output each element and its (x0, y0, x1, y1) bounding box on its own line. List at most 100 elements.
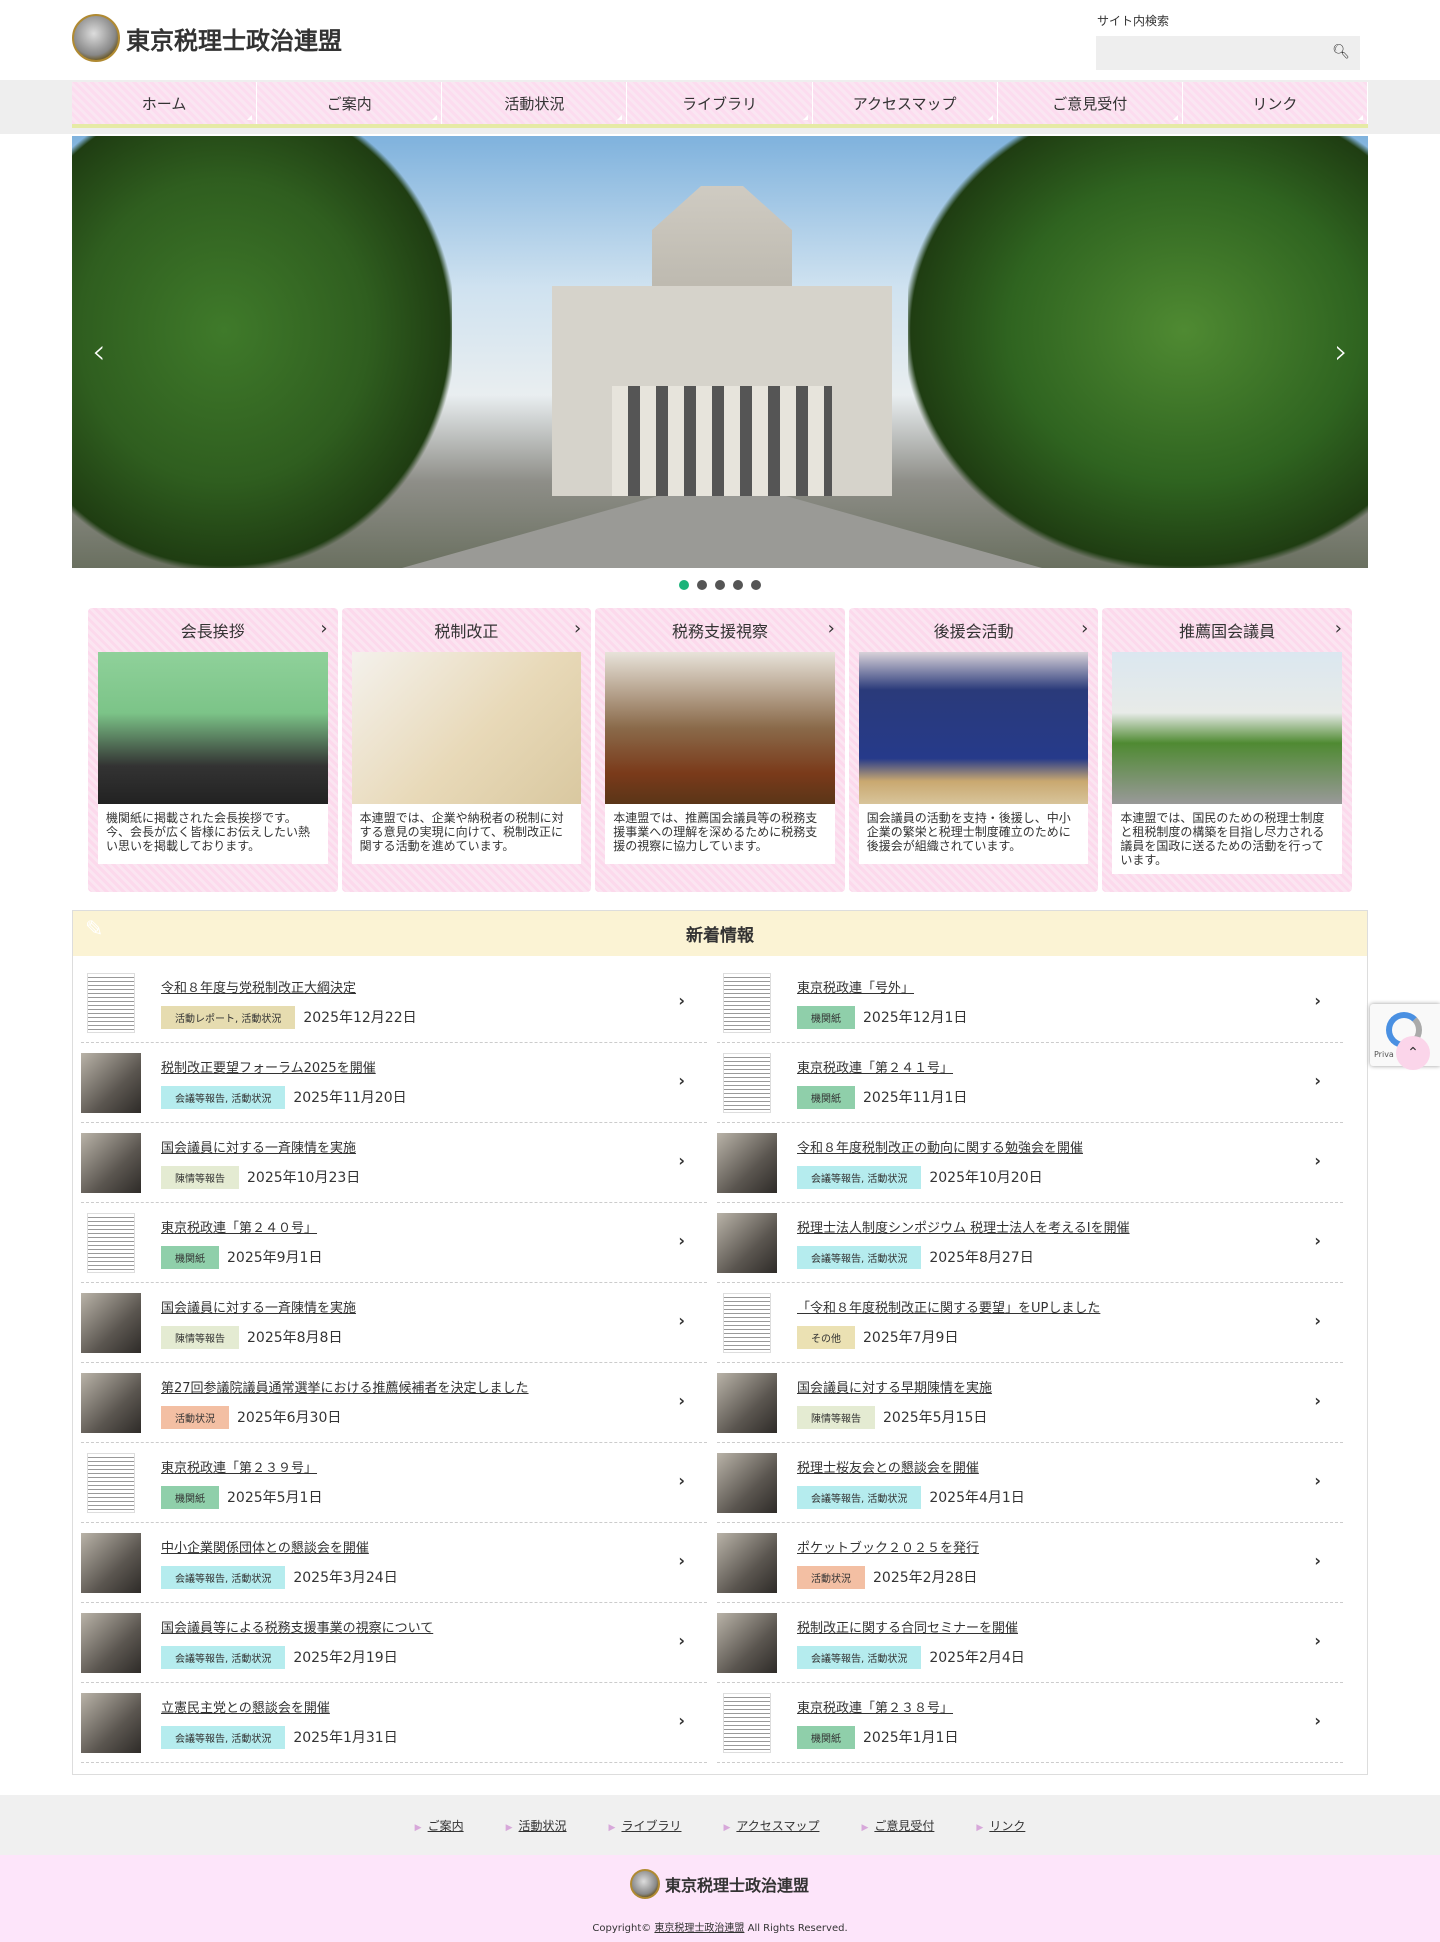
news-item[interactable]: 東京税政連「第２３９号」 機関紙 2025年5月1日 › (81, 1443, 707, 1523)
category-tag[interactable]: 会議等報告, 活動状況 (797, 1485, 922, 1509)
news-item[interactable]: 東京税政連「第２４１号」 機関紙 2025年11月1日 › (717, 1043, 1343, 1123)
news-thumbnail[interactable] (81, 1292, 141, 1353)
news-item-title[interactable]: 東京税政連「号外」 (797, 977, 1343, 996)
back-to-top-button[interactable]: ⌃ (1396, 1036, 1430, 1070)
news-item-title[interactable]: 税制改正要望フォーラム2025を開催 (161, 1057, 707, 1076)
news-item-title[interactable]: 東京税政連「第２４１号」 (797, 1057, 1343, 1076)
news-thumbnail[interactable] (717, 1532, 777, 1593)
chevron-right-icon[interactable]: › (1314, 1311, 1321, 1330)
slider-prev-icon[interactable]: ‹ (92, 332, 106, 372)
news-thumbnail[interactable] (717, 1372, 777, 1433)
card-image[interactable] (98, 652, 328, 804)
category-tag[interactable]: 活動状況 (797, 1565, 865, 1589)
news-item-title[interactable]: ポケットブック２０２５を発行 (797, 1537, 1343, 1556)
category-tag[interactable]: 会議等報告, 活動状況 (161, 1565, 286, 1589)
card-title[interactable]: 推薦国会議員 (1112, 608, 1342, 652)
slider-dot[interactable] (679, 580, 689, 590)
card-image[interactable] (1112, 652, 1342, 804)
nav-item[interactable]: ホーム (72, 82, 258, 124)
nav-item[interactable]: ご案内 (257, 82, 443, 124)
news-thumbnail[interactable] (87, 1212, 135, 1273)
category-tag[interactable]: 会議等報告, 活動状況 (161, 1645, 286, 1669)
feature-card[interactable]: 後援会活動 › 国会議員の活動を支持・後援し、中小企業の繁栄と税理士制度確立のために… (848, 608, 1099, 892)
news-item[interactable]: 税制改正要望フォーラム2025を開催 会議等報告, 活動状況 2025年11月20日… (81, 1043, 707, 1123)
news-item[interactable]: 国会議員等による税務支援事業の視察について 会議等報告, 活動状況 2025年2月1… (81, 1603, 707, 1683)
chevron-right-icon[interactable]: › (1314, 1631, 1321, 1650)
news-thumbnail[interactable] (87, 972, 135, 1033)
news-thumbnail[interactable] (717, 1612, 777, 1673)
feature-card[interactable]: 会長挨拶 › 機関紙に掲載された会長挨拶です。今、会長が広く皆様にお伝えしたい熱い思… (88, 608, 338, 892)
footer-link[interactable]: ご意見受付 (861, 1817, 934, 1834)
news-item-title[interactable]: 立憲民主党との懇談会を開催 (161, 1697, 707, 1716)
chevron-right-icon[interactable]: › (678, 1391, 685, 1410)
news-thumbnail[interactable] (81, 1372, 141, 1433)
news-item[interactable]: 令和８年度与党税制改正大綱決定 活動レポート, 活動状況 2025年12月22日 › (81, 963, 707, 1043)
news-item[interactable]: 第27回参議院議員通常選挙における推薦候補者を決定しました 活動状況 2025年6月… (81, 1363, 707, 1443)
category-tag[interactable]: 機関紙 (161, 1485, 219, 1509)
chevron-right-icon[interactable]: › (828, 618, 835, 639)
nav-item[interactable]: 活動状況 (442, 82, 628, 124)
card-image[interactable] (605, 652, 835, 804)
chevron-right-icon[interactable]: › (1314, 1711, 1321, 1730)
news-item[interactable]: 税理士法人制度シンポジウム 税理士法人を考えるⅠを開催 会議等報告, 活動状況 20… (717, 1203, 1343, 1283)
chevron-right-icon[interactable]: › (678, 1071, 685, 1090)
news-item-title[interactable]: 税理士法人制度シンポジウム 税理士法人を考えるⅠを開催 (797, 1217, 1343, 1236)
chevron-right-icon[interactable]: › (678, 1231, 685, 1250)
news-thumbnail[interactable] (81, 1692, 141, 1753)
footer-link[interactable]: 活動状況 (506, 1817, 567, 1834)
news-item[interactable]: 東京税政連「第２３８号」 機関紙 2025年1月1日 › (717, 1683, 1343, 1763)
slider-dot[interactable] (715, 580, 725, 590)
news-item-title[interactable]: 中小企業関係団体との懇談会を開催 (161, 1537, 707, 1556)
search-input[interactable]: 🔍︎ (1096, 36, 1360, 70)
news-thumbnail[interactable] (81, 1132, 141, 1193)
news-item[interactable]: 国会議員に対する一斉陳情を実施 陳情等報告 2025年10月23日 › (81, 1123, 707, 1203)
chevron-right-icon[interactable]: › (678, 1151, 685, 1170)
feature-card[interactable]: 税制改正 › 本連盟では、企業や納税者の税制に対する意見の実現に向けて、税制改正に関… (341, 608, 592, 892)
news-item[interactable]: 令和８年度税制改正の動向に関する勉強会を開催 会議等報告, 活動状況 2025年10… (717, 1123, 1343, 1203)
category-tag[interactable]: 活動状況 (161, 1405, 229, 1429)
news-item[interactable]: ポケットブック２０２５を発行 活動状況 2025年2月28日 › (717, 1523, 1343, 1603)
news-thumbnail[interactable] (723, 972, 771, 1033)
footer-link[interactable]: アクセスマップ (723, 1817, 819, 1834)
news-item[interactable]: 東京税政連「第２４０号」 機関紙 2025年9月1日 › (81, 1203, 707, 1283)
chevron-right-icon[interactable]: › (1335, 618, 1342, 639)
news-item-title[interactable]: 税制改正に関する合同セミナーを開催 (797, 1617, 1343, 1636)
news-item-title[interactable]: 国会議員に対する一斉陳情を実施 (161, 1297, 707, 1316)
chevron-right-icon[interactable]: › (678, 1471, 685, 1490)
news-thumbnail[interactable] (723, 1052, 771, 1113)
nav-item[interactable]: リンク (1183, 82, 1368, 124)
footer-link[interactable]: ご案内 (415, 1817, 464, 1834)
chevron-right-icon[interactable]: › (1081, 618, 1088, 639)
card-title[interactable]: 税務支援視察 (605, 608, 835, 652)
category-tag[interactable]: 陳情等報告 (161, 1325, 239, 1349)
site-logo[interactable]: 東京税理士政治連盟 (72, 14, 342, 62)
card-title[interactable]: 後援会活動 (859, 608, 1089, 652)
news-item[interactable]: 税制改正に関する合同セミナーを開催 会議等報告, 活動状況 2025年2月4日 › (717, 1603, 1343, 1683)
chevron-right-icon[interactable]: › (574, 618, 581, 639)
chevron-right-icon[interactable]: › (1314, 1391, 1321, 1410)
news-thumbnail[interactable] (717, 1212, 777, 1273)
slider-dot[interactable] (751, 580, 761, 590)
news-thumbnail[interactable] (81, 1052, 141, 1113)
chevron-right-icon[interactable]: › (678, 991, 685, 1010)
search-icon[interactable]: 🔍︎ (1332, 44, 1350, 60)
news-thumbnail[interactable] (717, 1132, 777, 1193)
news-item[interactable]: 国会議員に対する早期陳情を実施 陳情等報告 2025年5月15日 › (717, 1363, 1343, 1443)
chevron-right-icon[interactable]: › (678, 1711, 685, 1730)
category-tag[interactable]: 機関紙 (161, 1245, 219, 1269)
news-item-title[interactable]: 東京税政連「第２３８号」 (797, 1697, 1343, 1716)
card-title[interactable]: 会長挨拶 (98, 608, 328, 652)
news-item-title[interactable]: 令和８年度税制改正の動向に関する勉強会を開催 (797, 1137, 1343, 1156)
category-tag[interactable]: 機関紙 (797, 1085, 855, 1109)
category-tag[interactable]: 会議等報告, 活動状況 (797, 1165, 922, 1189)
news-item[interactable]: 中小企業関係団体との懇談会を開催 会議等報告, 活動状況 2025年3月24日 › (81, 1523, 707, 1603)
news-item-title[interactable]: 国会議員等による税務支援事業の視察について (161, 1617, 707, 1636)
news-thumbnail[interactable] (717, 1452, 777, 1513)
chevron-right-icon[interactable]: › (678, 1311, 685, 1330)
news-item-title[interactable]: 東京税政連「第２３９号」 (161, 1457, 707, 1476)
nav-item[interactable]: ライブラリ (627, 82, 813, 124)
chevron-right-icon[interactable]: › (1314, 1071, 1321, 1090)
chevron-right-icon[interactable]: › (320, 618, 327, 639)
news-item-title[interactable]: 東京税政連「第２４０号」 (161, 1217, 707, 1236)
category-tag[interactable]: 会議等報告, 活動状況 (797, 1645, 922, 1669)
